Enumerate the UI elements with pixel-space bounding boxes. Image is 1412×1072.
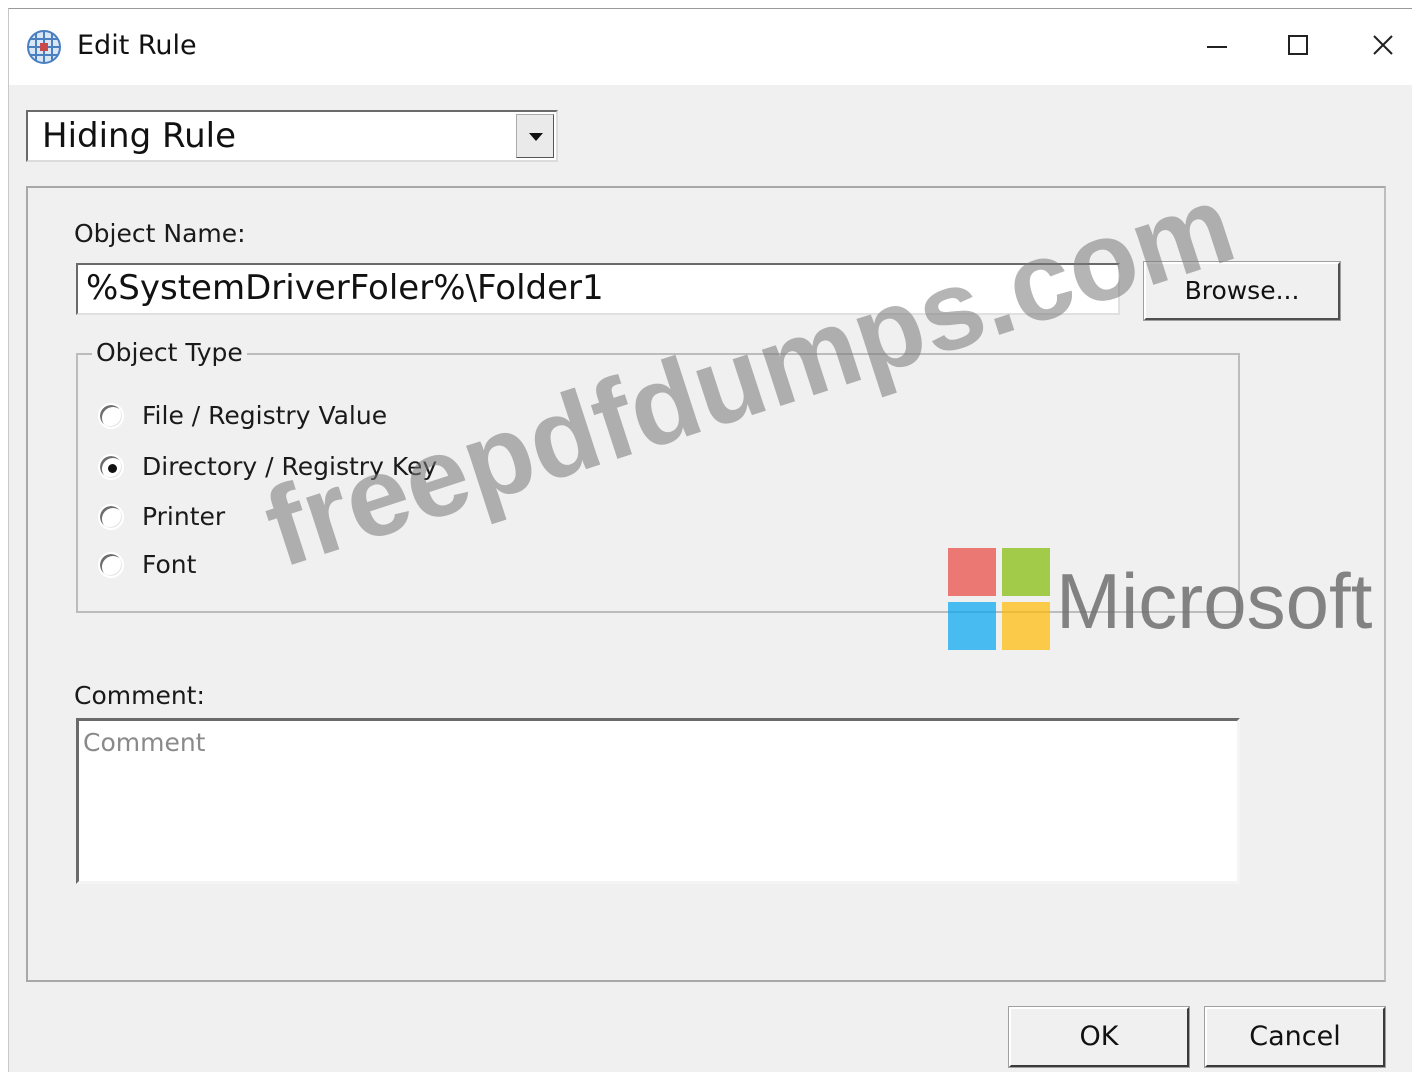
radio-label: Printer bbox=[142, 502, 226, 531]
ok-button[interactable]: OK bbox=[1008, 1006, 1190, 1068]
chevron-down-icon bbox=[529, 133, 543, 141]
comment-label: Comment: bbox=[74, 681, 205, 710]
minimize-icon bbox=[1207, 46, 1227, 48]
radio-button[interactable] bbox=[98, 552, 124, 578]
radio-label: Font bbox=[142, 550, 197, 579]
dropdown-button[interactable] bbox=[516, 114, 554, 158]
rule-type-dropdown[interactable]: Hiding Rule bbox=[26, 110, 558, 162]
browse-button[interactable]: Browse... bbox=[1143, 261, 1341, 321]
radio-label: Directory / Registry Key bbox=[142, 452, 438, 481]
radio-label: File / Registry Value bbox=[142, 401, 388, 430]
comment-textarea[interactable]: Comment bbox=[76, 718, 1240, 884]
object-name-label: Object Name: bbox=[74, 219, 246, 248]
rule-type-value: Hiding Rule bbox=[42, 116, 236, 156]
object-name-input[interactable]: %SystemDriverFoler%\Folder1 bbox=[76, 263, 1120, 315]
window-title: Edit Rule bbox=[77, 30, 197, 61]
object-type-group: Object Type File / Registry Value Direct… bbox=[76, 336, 1240, 613]
minimize-button[interactable] bbox=[1187, 21, 1247, 71]
radio-button[interactable] bbox=[98, 403, 124, 429]
close-icon bbox=[1373, 35, 1393, 55]
edit-rule-dialog: Edit Rule Hiding Rule Object Name: %Syst… bbox=[8, 8, 1412, 1072]
cancel-button[interactable]: Cancel bbox=[1204, 1006, 1386, 1068]
rule-settings-panel: Object Name: %SystemDriverFoler%\Folder1… bbox=[26, 186, 1386, 982]
maximize-icon bbox=[1288, 35, 1308, 55]
app-icon bbox=[27, 30, 61, 64]
radio-button[interactable] bbox=[98, 504, 124, 530]
maximize-button[interactable] bbox=[1267, 21, 1327, 71]
radio-selected-dot bbox=[108, 464, 117, 473]
close-button[interactable] bbox=[1352, 21, 1412, 71]
object-type-legend: Object Type bbox=[92, 336, 247, 370]
title-bar[interactable]: Edit Rule bbox=[9, 9, 1412, 85]
radio-button[interactable] bbox=[98, 454, 124, 480]
